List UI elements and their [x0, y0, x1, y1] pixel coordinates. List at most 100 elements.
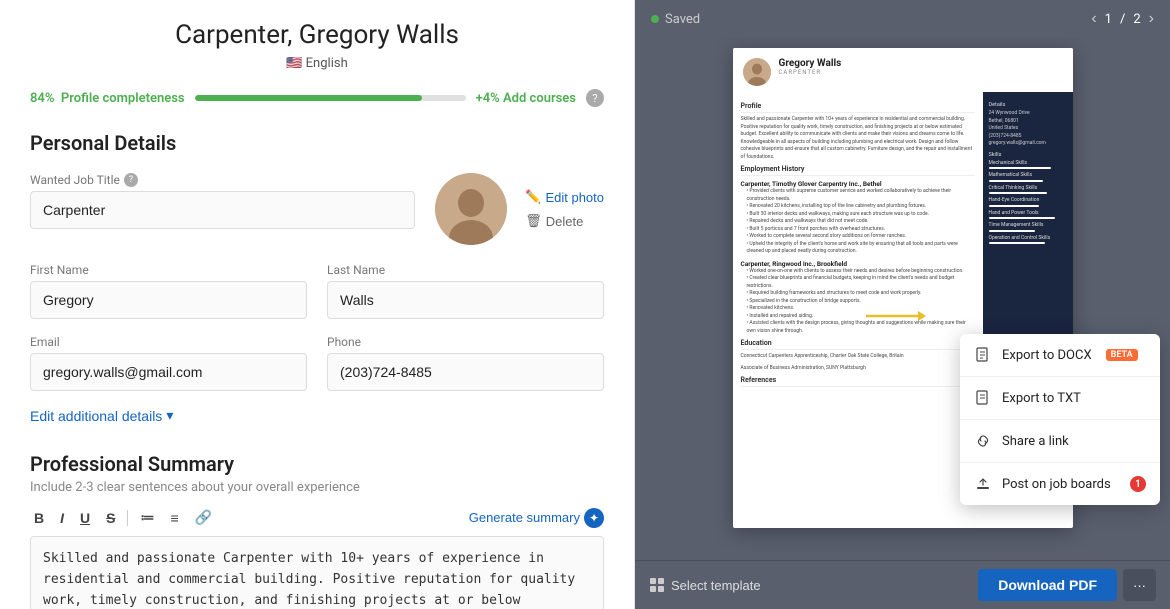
- skill-1: Mechanical Skills: [989, 160, 1067, 168]
- bold-button[interactable]: B: [30, 508, 48, 528]
- edit-icon: ✏️: [525, 189, 541, 205]
- docx-icon: [974, 346, 992, 364]
- skill-5: Hand and Power Tools: [989, 210, 1067, 218]
- progress-percent: 84%: [30, 91, 54, 106]
- email-block: Email: [30, 335, 307, 391]
- edit-additional-button[interactable]: Edit additional details ▾: [30, 407, 173, 424]
- dropdown-menu: Export to DOCX BETA Export to TXT Share …: [960, 334, 1160, 505]
- resume-profile-text: Skilled and passionate Carpenter with 10…: [741, 116, 975, 161]
- job-title-block: Wanted Job Title ?: [30, 173, 415, 245]
- page-title: Carpenter, Gregory Walls: [30, 20, 604, 50]
- saved-badge: Saved: [651, 12, 700, 27]
- delete-photo-button[interactable]: 🗑 Delete: [525, 211, 604, 231]
- progress-fill: [195, 95, 423, 101]
- page-nav: ‹ 1 / 2 ›: [1091, 10, 1154, 28]
- add-courses-link[interactable]: +4% Add courses: [476, 91, 576, 106]
- last-name-input[interactable]: [327, 281, 604, 319]
- professional-summary-title: Professional Summary: [30, 452, 604, 476]
- left-panel: Carpenter, Gregory Walls 🇺🇸 English 84% …: [0, 0, 635, 609]
- txt-icon: [974, 389, 992, 407]
- edit-photo-button[interactable]: ✏️ Edit photo: [525, 187, 604, 207]
- language-label: English: [306, 56, 348, 71]
- generate-summary-label: Generate summary: [469, 510, 580, 525]
- phone-label: Phone: [327, 335, 604, 349]
- progress-help-icon[interactable]: ?: [586, 89, 604, 107]
- summary-textarea[interactable]: Skilled and passionate Carpenter with 10…: [30, 536, 604, 609]
- saved-dot: [651, 15, 659, 23]
- format-toolbar: B I U S ≔ ≡ 🔗 Generate summary ✦: [30, 507, 604, 528]
- prev-page-button[interactable]: ‹: [1091, 10, 1096, 28]
- post-job-boards-item[interactable]: Post on job boards 1: [960, 463, 1160, 505]
- skill-3: Critical Thinking Skills: [989, 185, 1067, 193]
- skill-bar-7: [989, 242, 1045, 244]
- resume-job1-title: Carpenter, Timothy Glover Carpentry Inc.…: [741, 180, 975, 188]
- sidebar-details-label: Details: [989, 102, 1067, 108]
- wanted-job-title-label: Wanted Job Title ?: [30, 173, 415, 187]
- export-docx-label: Export to DOCX: [1002, 348, 1092, 363]
- bottom-bar: Select template Download PDF ···: [635, 560, 1170, 609]
- download-pdf-button[interactable]: Download PDF: [978, 569, 1117, 601]
- progress-track: [195, 95, 466, 101]
- job-title-help-icon[interactable]: ?: [124, 173, 138, 187]
- resume-education-title: Education: [741, 339, 975, 350]
- link-icon: [974, 432, 992, 450]
- avatar: [435, 173, 507, 245]
- skill-4: Hand-Eye Coordination: [989, 197, 1067, 205]
- generate-icon: ✦: [584, 508, 604, 528]
- phone-input[interactable]: [327, 353, 604, 391]
- sidebar-skills-list: Mechanical Skills Mathematical Skills Cr…: [989, 160, 1067, 245]
- skill-7: Operation and Control Skills: [989, 235, 1067, 243]
- resume-top-bar: Gregory Walls CARPENTER: [733, 48, 1073, 92]
- beta-badge: BETA: [1106, 349, 1138, 361]
- export-txt-label: Export to TXT: [1002, 391, 1081, 406]
- select-template-button[interactable]: Select template: [649, 577, 761, 593]
- unordered-list-button[interactable]: ≡: [166, 508, 182, 528]
- first-name-input[interactable]: [30, 281, 307, 319]
- arrow-annotation: [866, 307, 926, 327]
- resume-profile-title: Profile: [741, 102, 975, 113]
- job-title-photo-row: Wanted Job Title ? ✏️ Edit photo 🗑: [30, 173, 604, 245]
- post-job-boards-label: Post on job boards: [1002, 477, 1111, 492]
- format-tools: B I U S ≔ ≡ 🔗: [30, 507, 216, 528]
- resume-employment-title: Employment History: [741, 165, 975, 176]
- more-options-button[interactable]: ···: [1123, 569, 1156, 601]
- next-page-button[interactable]: ›: [1149, 10, 1154, 28]
- progress-description: Profile completeness: [61, 91, 185, 106]
- progress-bar-row: 84% Profile completeness +4% Add courses…: [30, 89, 604, 107]
- ordered-list-button[interactable]: ≔: [136, 507, 158, 528]
- upload-icon: [974, 475, 992, 493]
- right-panel: Saved ‹ 1 / 2 › Gregory Wal: [635, 0, 1170, 609]
- resume-education-text: Connecticut Carpenters Apprenticeship, C…: [741, 353, 975, 361]
- skill-bar-4: [989, 205, 1040, 207]
- skill-bar-1: [989, 167, 1051, 169]
- phone-block: Phone: [327, 335, 604, 391]
- italic-button[interactable]: I: [56, 508, 68, 528]
- skill-6: Time Management Skills: [989, 222, 1067, 230]
- underline-button[interactable]: U: [76, 508, 94, 528]
- chevron-down-icon: ▾: [166, 407, 173, 424]
- edit-additional-label: Edit additional details: [30, 408, 162, 424]
- resume-preview-wrapper: Gregory Walls CARPENTER Profile Skilled …: [635, 38, 1170, 560]
- resume-job-subtitle: CARPENTER: [779, 69, 1063, 76]
- skill-bar-6: [989, 230, 1036, 232]
- share-link-label: Share a link: [1002, 434, 1069, 449]
- export-txt-item[interactable]: Export to TXT: [960, 377, 1160, 420]
- select-template-label: Select template: [671, 578, 761, 593]
- first-name-label: First Name: [30, 263, 307, 277]
- generate-summary-button[interactable]: Generate summary ✦: [469, 508, 604, 528]
- professional-summary-hint: Include 2-3 clear sentences about your o…: [30, 480, 604, 495]
- skill-2: Mathematical Skills: [989, 172, 1067, 180]
- wanted-job-title-input[interactable]: [30, 191, 415, 229]
- skill-bar-5: [989, 217, 1055, 219]
- strikethrough-button[interactable]: S: [102, 508, 119, 528]
- first-name-block: First Name: [30, 263, 307, 319]
- share-link-item[interactable]: Share a link: [960, 420, 1160, 463]
- resume-header: Saved ‹ 1 / 2 ›: [635, 0, 1170, 38]
- link-button[interactable]: 🔗: [191, 507, 216, 528]
- progress-label: 84% Profile completeness: [30, 91, 185, 106]
- email-input[interactable]: [30, 353, 307, 391]
- flag-icon: 🇺🇸: [286, 56, 302, 71]
- export-docx-item[interactable]: Export to DOCX BETA: [960, 334, 1160, 377]
- resume-job1-bullets: • Provided clients with supreme customer…: [747, 188, 975, 256]
- photo-actions: ✏️ Edit photo 🗑 Delete: [525, 187, 604, 231]
